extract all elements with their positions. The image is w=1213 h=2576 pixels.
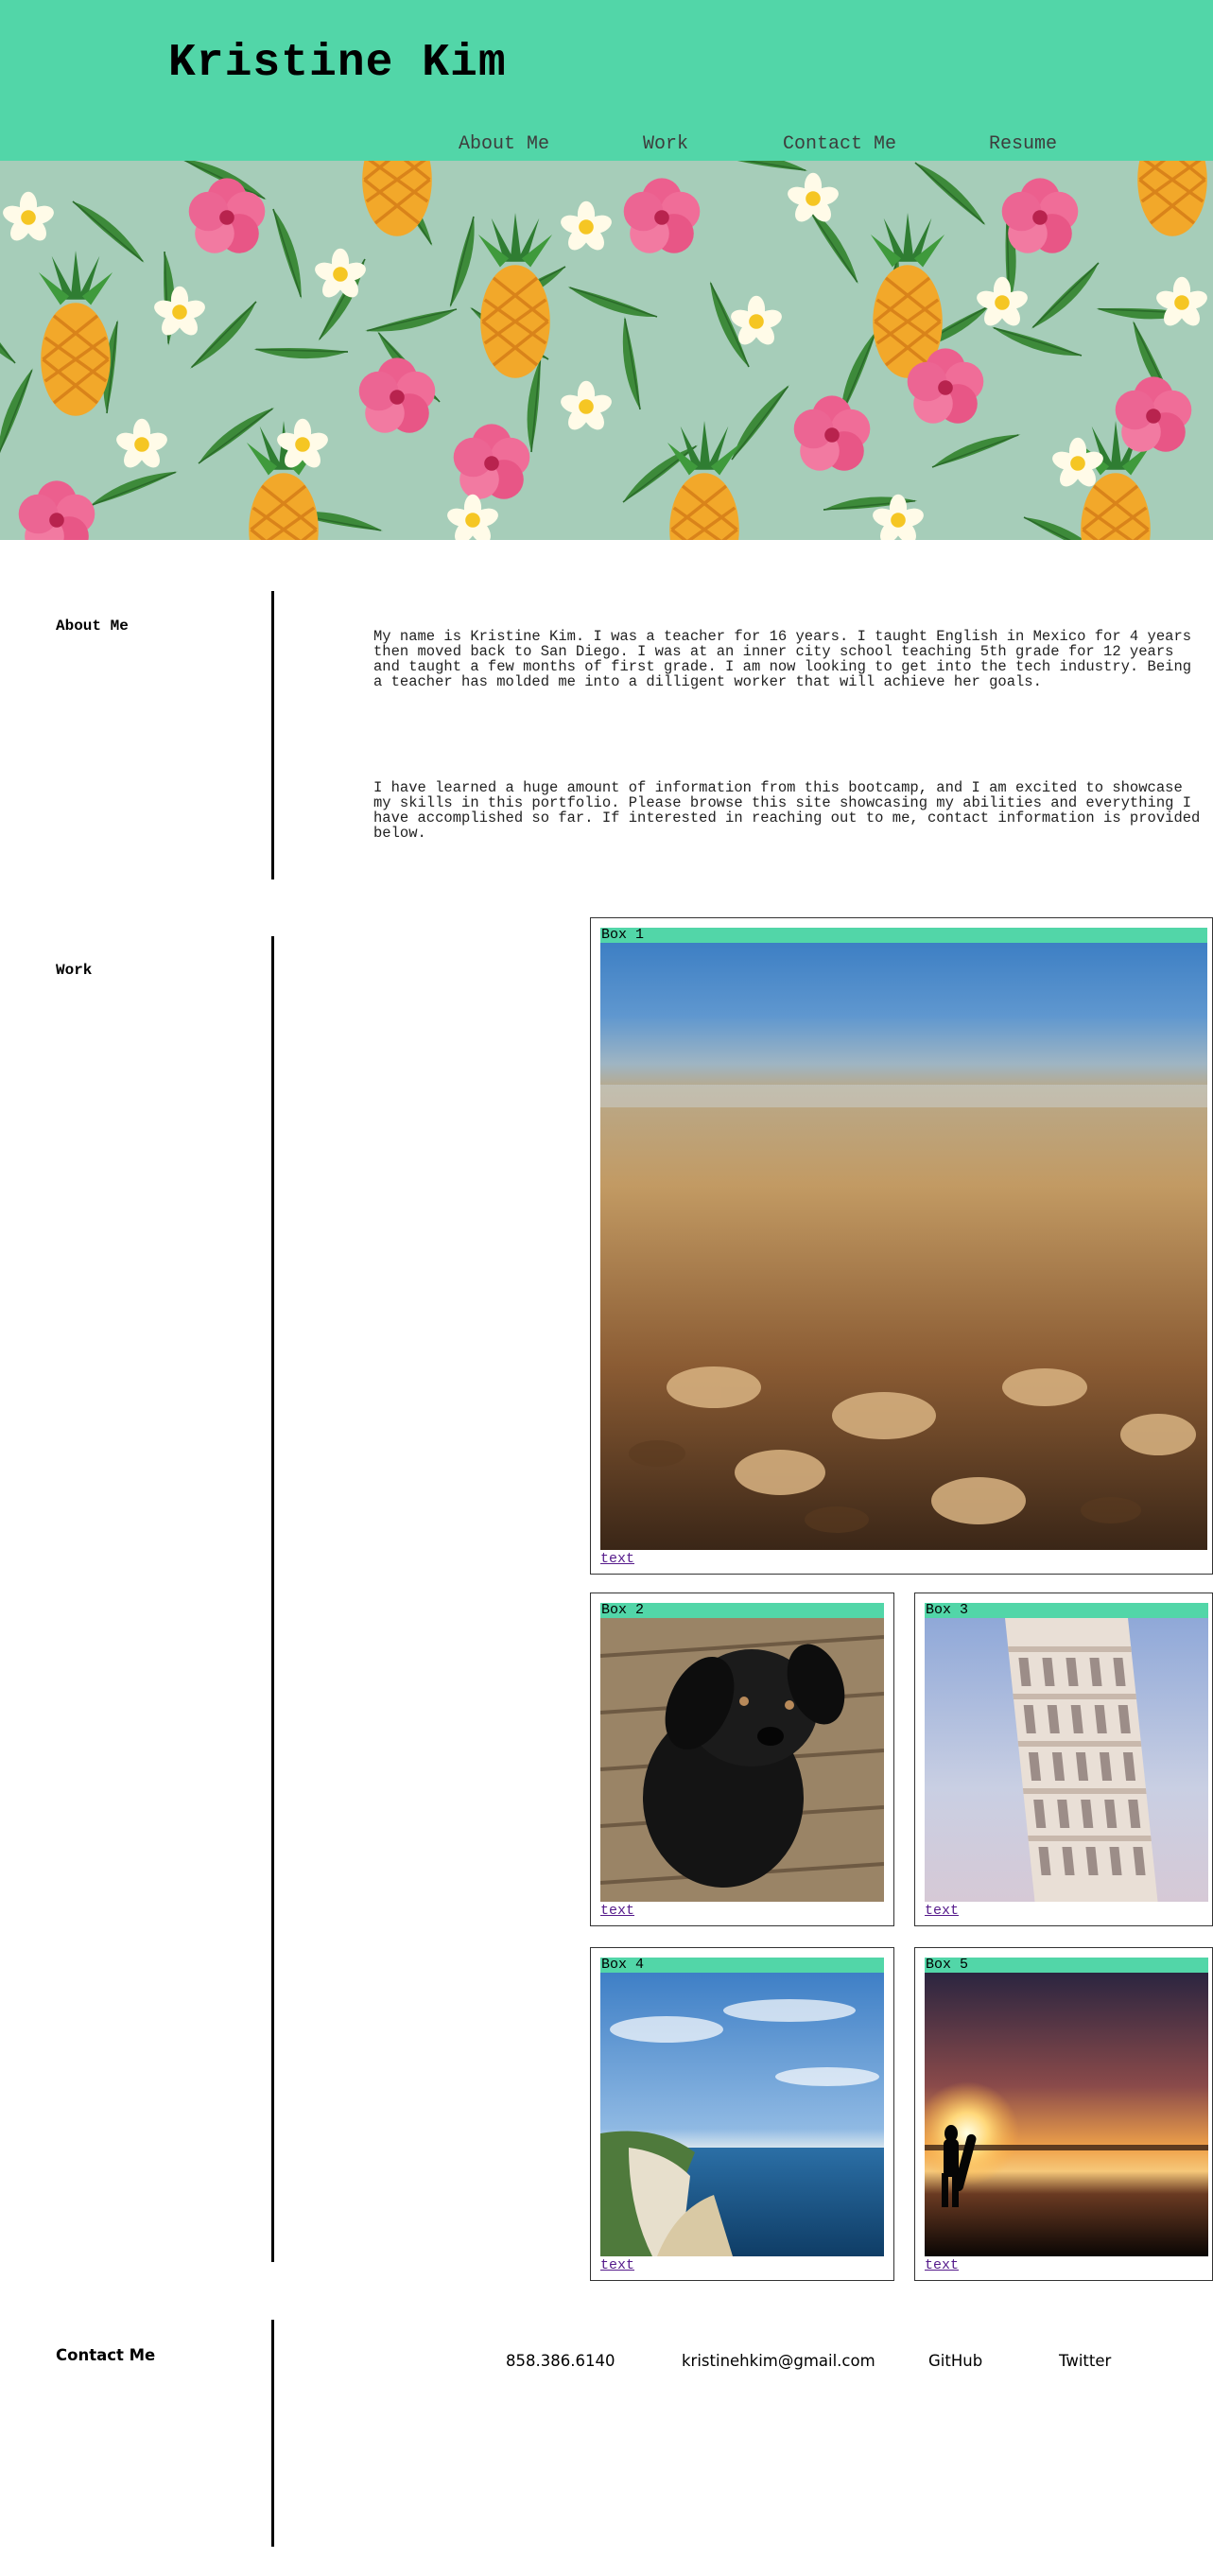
box-5-label: Box 5	[925, 1958, 1208, 1973]
twitter-link[interactable]: Twitter	[1059, 2352, 1111, 2370]
work-divider	[271, 936, 274, 2262]
hibiscus-icon	[623, 178, 701, 253]
work-box-1: Box 1 text	[590, 917, 1213, 1575]
palm-leaf-icon	[0, 285, 16, 373]
pineapple-icon	[37, 249, 114, 418]
beach-shells-photo	[600, 943, 1207, 1550]
plumeria-icon	[558, 200, 615, 254]
palm-leaf-icon	[720, 381, 798, 461]
tropical-pattern-image	[0, 161, 1211, 540]
hibiscus-icon	[18, 480, 95, 540]
palm-leaf-icon	[190, 403, 281, 464]
palm-leaf-icon	[927, 429, 1024, 468]
work-box-2: Box 2 text	[590, 1593, 894, 1926]
work-box-3: Box 3 text	[914, 1593, 1213, 1926]
plumeria-icon	[558, 380, 615, 434]
hibiscus-icon	[793, 395, 871, 471]
work-box-4: Box 4 text	[590, 1947, 894, 2281]
box-5-link[interactable]: text	[925, 2258, 959, 2273]
contact-phone: 858.386.6140	[506, 2352, 615, 2370]
plumeria-icon	[312, 248, 369, 302]
nav-work[interactable]: Work	[643, 133, 688, 155]
plumeria-icon	[0, 191, 57, 245]
box-3-label: Box 3	[925, 1603, 1208, 1618]
box-2-image	[600, 1618, 884, 1902]
plumeria-icon	[444, 494, 501, 540]
pineapple-icon	[1134, 161, 1211, 238]
github-link[interactable]: GitHub	[928, 2352, 982, 2370]
palm-leaf-icon	[439, 216, 488, 310]
nav-about-me[interactable]: About Me	[459, 133, 549, 155]
box-2-label: Box 2	[600, 1603, 884, 1618]
contact-divider	[271, 2320, 274, 2547]
plumeria-icon	[974, 276, 1031, 330]
box-1-image	[600, 943, 1207, 1550]
plumeria-icon	[151, 286, 208, 339]
pineapple-icon	[477, 211, 554, 380]
palm-leaf-icon	[85, 467, 182, 507]
hibiscus-icon	[453, 424, 530, 499]
box-4-label: Box 4	[600, 1958, 884, 1973]
palm-leaf-icon	[0, 365, 43, 457]
site-title: Kristine Kim	[168, 38, 507, 89]
tropical-banner	[0, 161, 1213, 540]
about-divider	[271, 591, 274, 879]
box-3-image	[925, 1618, 1208, 1902]
palm-leaf-icon	[252, 338, 349, 367]
box-4-image	[600, 1973, 884, 2256]
black-puppy-photo	[600, 1618, 884, 1902]
box-3-link[interactable]: text	[925, 1904, 959, 1919]
plumeria-icon	[113, 418, 170, 472]
palm-leaf-icon	[362, 308, 459, 336]
plumeria-icon	[785, 172, 841, 226]
palm-leaf-icon	[1024, 262, 1108, 333]
box-1-link[interactable]: text	[600, 1552, 634, 1567]
palm-leaf-icon	[272, 205, 306, 303]
plumeria-icon	[1153, 276, 1210, 330]
nav-resume[interactable]: Resume	[989, 133, 1057, 155]
about-paragraph-1: My name is Kristine Kim. I was a teacher…	[373, 628, 1192, 690]
site-header: Kristine Kim About Me Work Contact Me Re…	[0, 0, 1213, 161]
hibiscus-icon	[1115, 376, 1192, 452]
about-me-label: About Me	[56, 618, 129, 635]
contact-me-label: Contact Me	[56, 2346, 156, 2364]
nav-contact-me[interactable]: Contact Me	[783, 133, 896, 155]
palm-leaf-icon	[620, 315, 641, 411]
box-4-link[interactable]: text	[600, 2258, 634, 2273]
palm-leaf-icon	[714, 161, 810, 183]
coastline-photo	[600, 1973, 884, 2256]
contact-email[interactable]: kristinehkim@gmail.com	[682, 2352, 875, 2370]
work-label: Work	[56, 962, 93, 979]
leaning-tower-photo	[925, 1618, 1208, 1902]
box-5-image	[925, 1973, 1208, 2256]
box-2-link[interactable]: text	[600, 1904, 634, 1919]
hibiscus-icon	[358, 357, 436, 433]
work-box-5: Box 5 text	[914, 1947, 1213, 2281]
surfer-sunset-photo	[925, 1973, 1208, 2256]
palm-leaf-icon	[914, 161, 989, 234]
hibiscus-icon	[1001, 178, 1079, 253]
pineapple-icon	[666, 419, 743, 540]
about-paragraph-2: I have learned a huge amount of informat…	[373, 779, 1201, 842]
palm-leaf-icon	[72, 191, 148, 271]
palm-leaf-icon	[565, 276, 658, 331]
box-1-label: Box 1	[600, 928, 1207, 943]
